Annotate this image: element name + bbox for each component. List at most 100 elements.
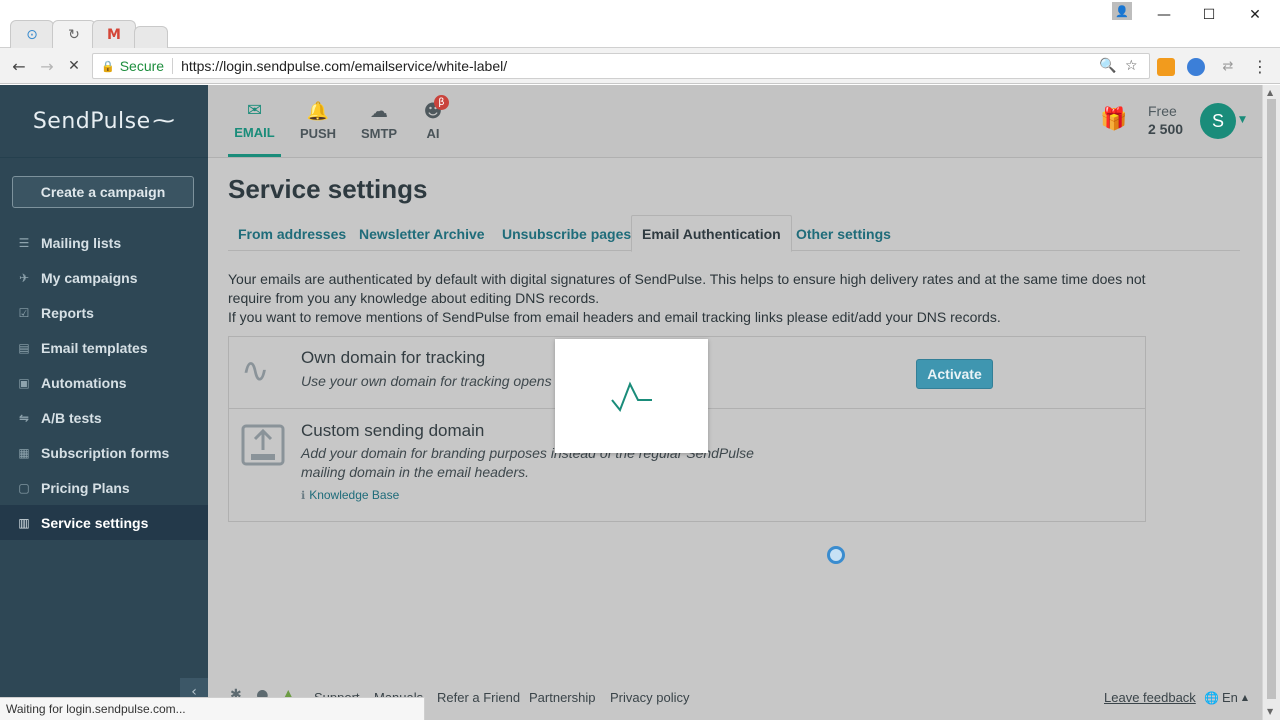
settings-icon: ▥ (18, 515, 30, 530)
tab-from-addresses[interactable]: From addresses (228, 215, 356, 252)
loading-modal (555, 339, 708, 453)
template-icon: ▤ (18, 340, 30, 355)
ab-test-icon: ⇋ (18, 410, 30, 425)
create-campaign-button[interactable]: Create a campaign (12, 176, 194, 208)
settings-tabs: From addresses Newsletter Archive Unsubs… (228, 215, 1240, 252)
sidebar-item-label: Pricing Plans (41, 479, 130, 496)
sidebar-menu: ☰ Mailing lists ✈ My campaigns ☑ Reports… (0, 225, 208, 540)
sending-domain-title: Custom sending domain (301, 421, 485, 440)
sidebar-item-label: Mailing lists (41, 234, 122, 251)
campaign-icon: ✈ (18, 270, 30, 285)
sidebar-item-label: My campaigns (41, 269, 138, 286)
extension-off-icon[interactable] (1157, 58, 1175, 76)
product-tab-label: AI (426, 126, 440, 141)
lock-icon: 🔒 (101, 59, 115, 73)
plan-info[interactable]: Free 2 500 (1148, 103, 1183, 137)
language-label: En (1221, 690, 1238, 705)
profile-icon[interactable]: 👤 (1112, 2, 1132, 20)
intro-paragraph-2: If you want to remove mentions of SendPu… (228, 309, 1001, 325)
sendpulse-favicon-icon: ⊙ (26, 26, 38, 43)
tab-other-settings[interactable]: Other settings (786, 215, 901, 252)
browser-menu-icon[interactable]: ⋮ (1248, 54, 1272, 78)
extension-color-icon[interactable] (1187, 58, 1205, 76)
form-icon: ▦ (18, 445, 30, 460)
gmail-icon: M (107, 26, 121, 43)
sidebar-item-label: Reports (41, 304, 94, 321)
sidebar-item-subscription-forms[interactable]: ▦ Subscription forms (0, 435, 208, 470)
logo[interactable]: SendPulse ⁓ (0, 85, 208, 158)
logo-wave-icon: ⁓ (152, 108, 176, 134)
tab-unsubscribe-pages[interactable]: Unsubscribe pages (492, 215, 641, 252)
close-window-button[interactable]: ✕ (1232, 0, 1278, 30)
sidebar-item-reports[interactable]: ☑ Reports (0, 295, 208, 330)
upload-box-icon (241, 422, 285, 470)
sidebar-item-automations[interactable]: ▣ Automations (0, 365, 208, 400)
sidebar-item-my-campaigns[interactable]: ✈ My campaigns (0, 260, 208, 295)
browser-titlebar: ⊙ ↻ M 👤 — ☐ ✕ (0, 0, 1280, 48)
translate-icon[interactable]: ⇄ (1216, 54, 1240, 78)
plan-label: Free (1148, 103, 1177, 119)
language-selector[interactable]: 🌐 En ▲ (1204, 690, 1248, 705)
sidebar-item-label: A/B tests (41, 409, 102, 426)
maximize-button[interactable]: ☐ (1186, 0, 1232, 30)
sidebar: SendPulse ⁓ Create a campaign ☰ Mailing … (0, 85, 208, 720)
bell-icon: 🔔 (306, 101, 330, 122)
list-icon: ☰ (18, 235, 30, 250)
back-button[interactable]: ← (7, 54, 31, 78)
url-text[interactable]: https://login.sendpulse.com/emailservice… (181, 58, 507, 74)
tab-newsletter-archive[interactable]: Newsletter Archive (349, 215, 495, 252)
beta-badge: β (434, 95, 449, 110)
sidebar-item-ab-tests[interactable]: ⇋ A/B tests (0, 400, 208, 435)
gift-icon[interactable]: 🎁 (1100, 107, 1127, 132)
sidebar-item-label: Automations (41, 374, 127, 391)
tab-email-authentication[interactable]: Email Authentication (631, 215, 792, 252)
report-icon: ☑ (18, 305, 30, 320)
address-bar[interactable]: 🔒 Secure https://login.sendpulse.com/ema… (92, 53, 1150, 79)
sidebar-item-service-settings[interactable]: ▥ Service settings (0, 505, 208, 540)
sidebar-item-email-templates[interactable]: ▤ Email templates (0, 330, 208, 365)
scroll-down-arrow-icon[interactable]: ▼ (1267, 707, 1273, 716)
product-tab-label: PUSH (299, 126, 337, 141)
zoom-search-icon[interactable]: 🔍 (1099, 58, 1116, 74)
browser-tab-gmail[interactable]: M (92, 20, 136, 48)
sidebar-item-label: Subscription forms (41, 444, 170, 461)
intro-paragraph-1: Your emails are authenticated by default… (228, 271, 1146, 306)
tab-smtp[interactable]: ☁ SMTP (356, 85, 402, 157)
bookmark-star-icon[interactable]: ☆ (1125, 58, 1138, 74)
product-nav: ✉ EMAIL 🔔 PUSH ☁ SMTP ☻ AI β 🎁 Free 2 50… (208, 85, 1262, 158)
info-icon: ℹ (301, 488, 306, 502)
cloud-icon: ☁ (370, 101, 388, 122)
sidebar-item-label: Service settings (41, 514, 149, 531)
loading-spinner-icon: ↻ (68, 26, 80, 43)
new-tab-button[interactable] (134, 26, 168, 48)
forward-button[interactable]: → (35, 54, 59, 78)
footer-link-partnership[interactable]: Partnership (529, 690, 595, 705)
chevron-down-icon[interactable]: ▼ (1239, 115, 1246, 125)
tab-push[interactable]: 🔔 PUSH (296, 85, 340, 157)
main-content: ✉ EMAIL 🔔 PUSH ☁ SMTP ☻ AI β 🎁 Free 2 50… (208, 85, 1262, 720)
sidebar-item-mailing-lists[interactable]: ☰ Mailing lists (0, 225, 208, 260)
scroll-up-arrow-icon[interactable]: ▲ (1267, 88, 1273, 97)
knowledge-base-link[interactable]: ℹ Knowledge Base (301, 488, 399, 502)
activate-button[interactable]: Activate (916, 359, 993, 389)
scroll-thumb[interactable] (1267, 99, 1276, 699)
footer-link-privacy[interactable]: Privacy policy (610, 690, 689, 705)
minimize-button[interactable]: — (1141, 0, 1187, 30)
leave-feedback-link[interactable]: Leave feedback (1104, 690, 1196, 705)
browser-tab-loading[interactable]: ↻ (52, 20, 96, 48)
loading-spinner (827, 546, 845, 564)
sidebar-item-pricing-plans[interactable]: ▢ Pricing Plans (0, 470, 208, 505)
sidebar-item-label: Email templates (41, 339, 148, 356)
browser-tab-sendpulse[interactable]: ⊙ (10, 20, 54, 48)
page-scrollbar[interactable]: ▲ ▼ (1262, 85, 1280, 720)
footer-link-refer[interactable]: Refer a Friend (437, 690, 520, 705)
avatar[interactable]: S (1200, 103, 1236, 139)
stop-button[interactable]: ✕ (62, 54, 86, 78)
plan-count: 2 500 (1148, 121, 1184, 137)
tracking-domain-title: Own domain for tracking (301, 348, 486, 367)
tab-email[interactable]: ✉ EMAIL (228, 85, 281, 157)
browser-navbar: ← → ✕ 🔒 Secure https://login.sendpulse.c… (0, 48, 1280, 84)
chevron-up-icon: ▲ (1241, 693, 1249, 702)
page-title: Service settings (228, 174, 428, 204)
logo-text: SendPulse (32, 108, 151, 134)
